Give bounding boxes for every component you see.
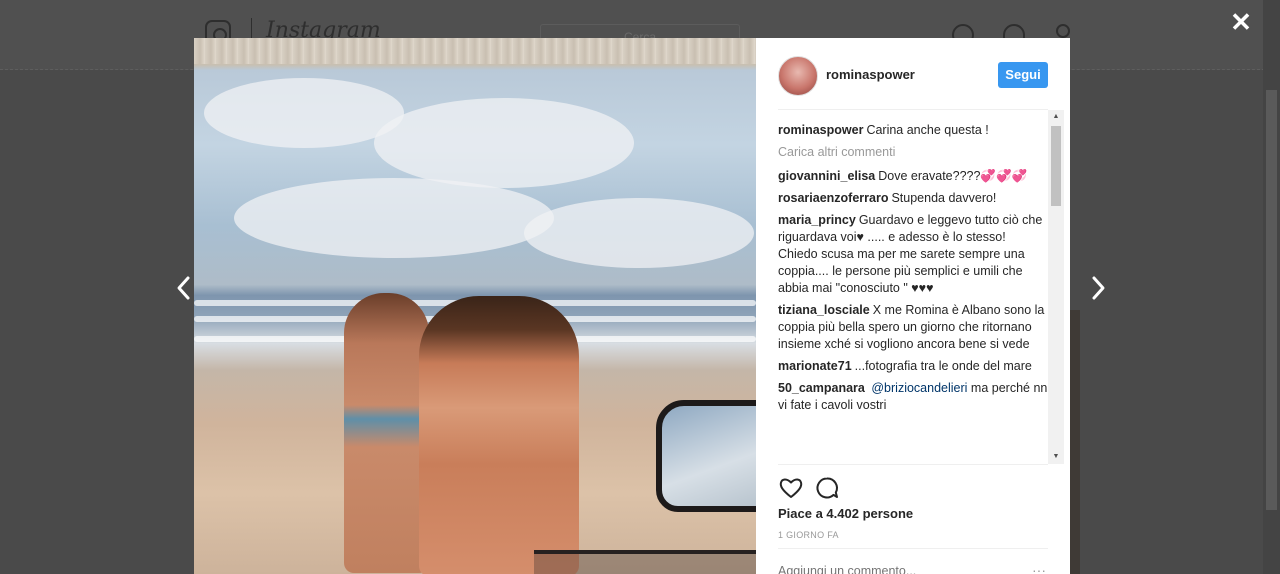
close-modal-button[interactable]: ✕ — [1228, 9, 1254, 35]
post-side-panel: rominaspower Segui rominaspower Carina an… — [756, 38, 1070, 574]
comment-author[interactable]: giovannini_elisa — [778, 169, 875, 183]
avatar[interactable] — [778, 56, 818, 96]
comment-author[interactable]: 50_campanara — [778, 381, 865, 395]
photo-tape-edge — [194, 38, 756, 64]
page-scrollbar-thumb[interactable] — [1266, 90, 1277, 510]
photo-cloud — [234, 178, 554, 258]
caption: rominaspower Carina anche questa ! — [778, 122, 1048, 139]
actions-divider — [778, 464, 1048, 465]
photo-cloud — [524, 198, 754, 268]
comment-text: Dove eravate????💞💞💞 — [878, 169, 1028, 183]
scroll-up-icon[interactable]: ▲ — [1048, 110, 1064, 124]
likes-count[interactable]: Piace a 4.402 persone — [778, 506, 913, 521]
post-username[interactable]: rominaspower — [826, 67, 915, 82]
photo-cloud — [374, 98, 634, 188]
add-comment-divider — [778, 548, 1048, 549]
scroll-down-icon[interactable]: ▼ — [1048, 450, 1064, 464]
list-item: rosariaenzoferraro Stupenda davvero! — [778, 190, 1048, 207]
photo-woman — [344, 293, 429, 573]
comment-author[interactable]: maria_princy — [778, 213, 856, 227]
photo-car-mirror — [656, 400, 756, 512]
comment-text: Stupenda davvero! — [891, 191, 997, 205]
comment-author[interactable]: marionate71 — [778, 359, 852, 373]
comments-scrollbar[interactable]: ▲ ▼ — [1048, 110, 1064, 464]
follow-button[interactable]: Segui — [998, 62, 1048, 88]
list-item: giovannini_elisa Dove eravate????💞💞💞 — [778, 168, 1048, 185]
comment-text: ...fotografia tra le onde del mare — [854, 359, 1032, 373]
comment-author[interactable]: rosariaenzoferraro — [778, 191, 888, 205]
comments-list[interactable]: rominaspower Carina anche questa ! Carica… — [778, 122, 1048, 464]
load-more-comments-link[interactable]: Carica altri commenti — [778, 144, 1048, 161]
comment-author[interactable]: rominaspower — [778, 123, 863, 137]
header-divider — [778, 109, 1048, 110]
photo-man — [419, 296, 579, 574]
previous-post-arrow-icon[interactable] — [172, 274, 196, 302]
list-item: maria_princy Guardavo e leggevo tutto ciò… — [778, 212, 1048, 297]
list-item: marionate71 ...fotografia tra le onde del… — [778, 358, 1048, 375]
post-modal: rominaspower Segui rominaspower Carina an… — [194, 38, 1070, 574]
comment-author[interactable]: tiziana_losciale — [778, 303, 870, 317]
next-post-arrow-icon[interactable] — [1086, 274, 1110, 302]
comments-scrollbar-thumb[interactable] — [1051, 126, 1061, 206]
page-scrollbar[interactable] — [1263, 0, 1280, 574]
like-heart-icon[interactable] — [778, 475, 804, 501]
post-photo[interactable] — [194, 38, 756, 574]
more-options-icon[interactable]: ··· — [1032, 562, 1046, 574]
list-item: 50_campanara @briziocandelieri ma perché… — [778, 380, 1048, 414]
comment-mention-link[interactable]: @briziocandelieri — [871, 381, 967, 395]
comment-bubble-icon[interactable] — [814, 475, 840, 501]
comment-text: Carina anche questa ! — [866, 123, 989, 137]
profile-icon — [1056, 24, 1070, 38]
post-timestamp[interactable]: 1 GIORNO FA — [778, 530, 839, 540]
list-item: tiziana_losciale X me Romina è Albano son… — [778, 302, 1048, 353]
photo-car-frame — [534, 550, 756, 574]
add-comment-input[interactable] — [778, 564, 1018, 574]
background-image-edge — [1070, 310, 1080, 574]
